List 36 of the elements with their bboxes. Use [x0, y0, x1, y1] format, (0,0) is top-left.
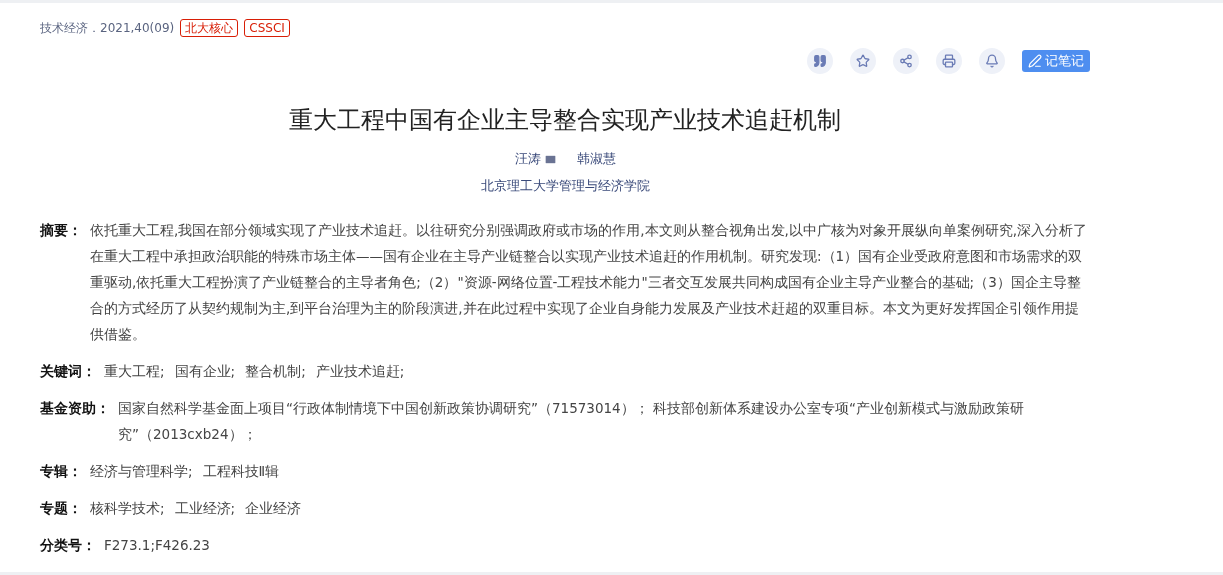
field-label: 分类号： — [40, 536, 96, 555]
field-label: 摘要： — [40, 221, 82, 240]
quote-button[interactable] — [807, 48, 833, 74]
field-value: 依托重大工程,我国在部分领域实现了产业技术追赶。以往研究分别强调政府或市场的作用,本文则从整合视角出发,以中广核为对象开展纵向单案例研究,深入分析了在重大工程中承担政治职能的特殊市场主体——国有企业在主导产业链整合以实现产业技术追赶的作用机制。研究发现:（1）国有企业受政府意图和市场需求的双重驱动,依托重大工程扮演了产业链整合的主导者角色;（2）"资源-网络位置-工程技术能力"三者交互发展共同构成国有企业主导产业整合的基础;（3）国企主导整合的方式经历了从契约规制为主,到平台治理为主的阶段演进,并在此过程中实现了企业自身能力发展及产业技术赶超的双重目标。本文为更好发挥国企引领作用提供借鉴。 — [90, 221, 1089, 344]
author-link[interactable]: 汪涛 — [514, 150, 557, 168]
quote-icon — [813, 54, 827, 68]
journal-info: 技术经济．2021,40(09) — [40, 19, 175, 37]
field-label: 关键词： — [40, 362, 96, 381]
field-value: F273.1;F426.23 — [104, 536, 211, 555]
star-icon — [856, 54, 870, 68]
bell-button[interactable] — [979, 48, 1005, 74]
journal-tag: CSSCI — [244, 19, 290, 37]
keyword-link[interactable]: 国有企业; — [174, 358, 236, 384]
topic-link[interactable]: 工程科技Ⅱ辑 — [202, 458, 280, 484]
bell-icon — [985, 54, 999, 68]
keyword-link[interactable]: 整合机制; — [245, 358, 306, 384]
field-label: 基金资助： — [40, 399, 110, 418]
field-label: 专题： — [40, 499, 82, 518]
topic-link[interactable]: 经济与管理科学; — [90, 458, 193, 484]
printer-button[interactable] — [936, 48, 962, 74]
topic-link[interactable]: 工业经济; — [174, 495, 236, 521]
keyword-link[interactable]: 产业技术追赶; — [315, 358, 405, 384]
share-icon — [899, 54, 913, 68]
printer-icon — [942, 54, 956, 68]
field-label: 专辑： — [40, 462, 82, 481]
topic-link[interactable]: 核科学技术; — [90, 495, 165, 521]
topic-link[interactable]: 企业经济 — [245, 495, 302, 521]
star-button[interactable] — [850, 48, 876, 74]
author-link[interactable]: 韩淑慧 — [576, 150, 616, 168]
field-value: 国家自然科学基金面上项目“行政体制情境下中国创新政策协调研究”（71573014）； 科技部创新体系建设办公室专项“产业创新模式与激励政策研究”（2013cxb24）； — [118, 399, 1025, 444]
affiliation-link[interactable]: 北京理工大学管理与经济学院 — [40, 177, 1090, 195]
share-button[interactable] — [893, 48, 919, 74]
pen-icon — [1028, 54, 1042, 68]
journal-tag: 北大核心 — [180, 19, 239, 37]
article-title: 重大工程中国有企业主导整合实现产业技术追赶机制 — [288, 105, 842, 136]
keyword-link[interactable]: 重大工程; — [104, 358, 165, 384]
